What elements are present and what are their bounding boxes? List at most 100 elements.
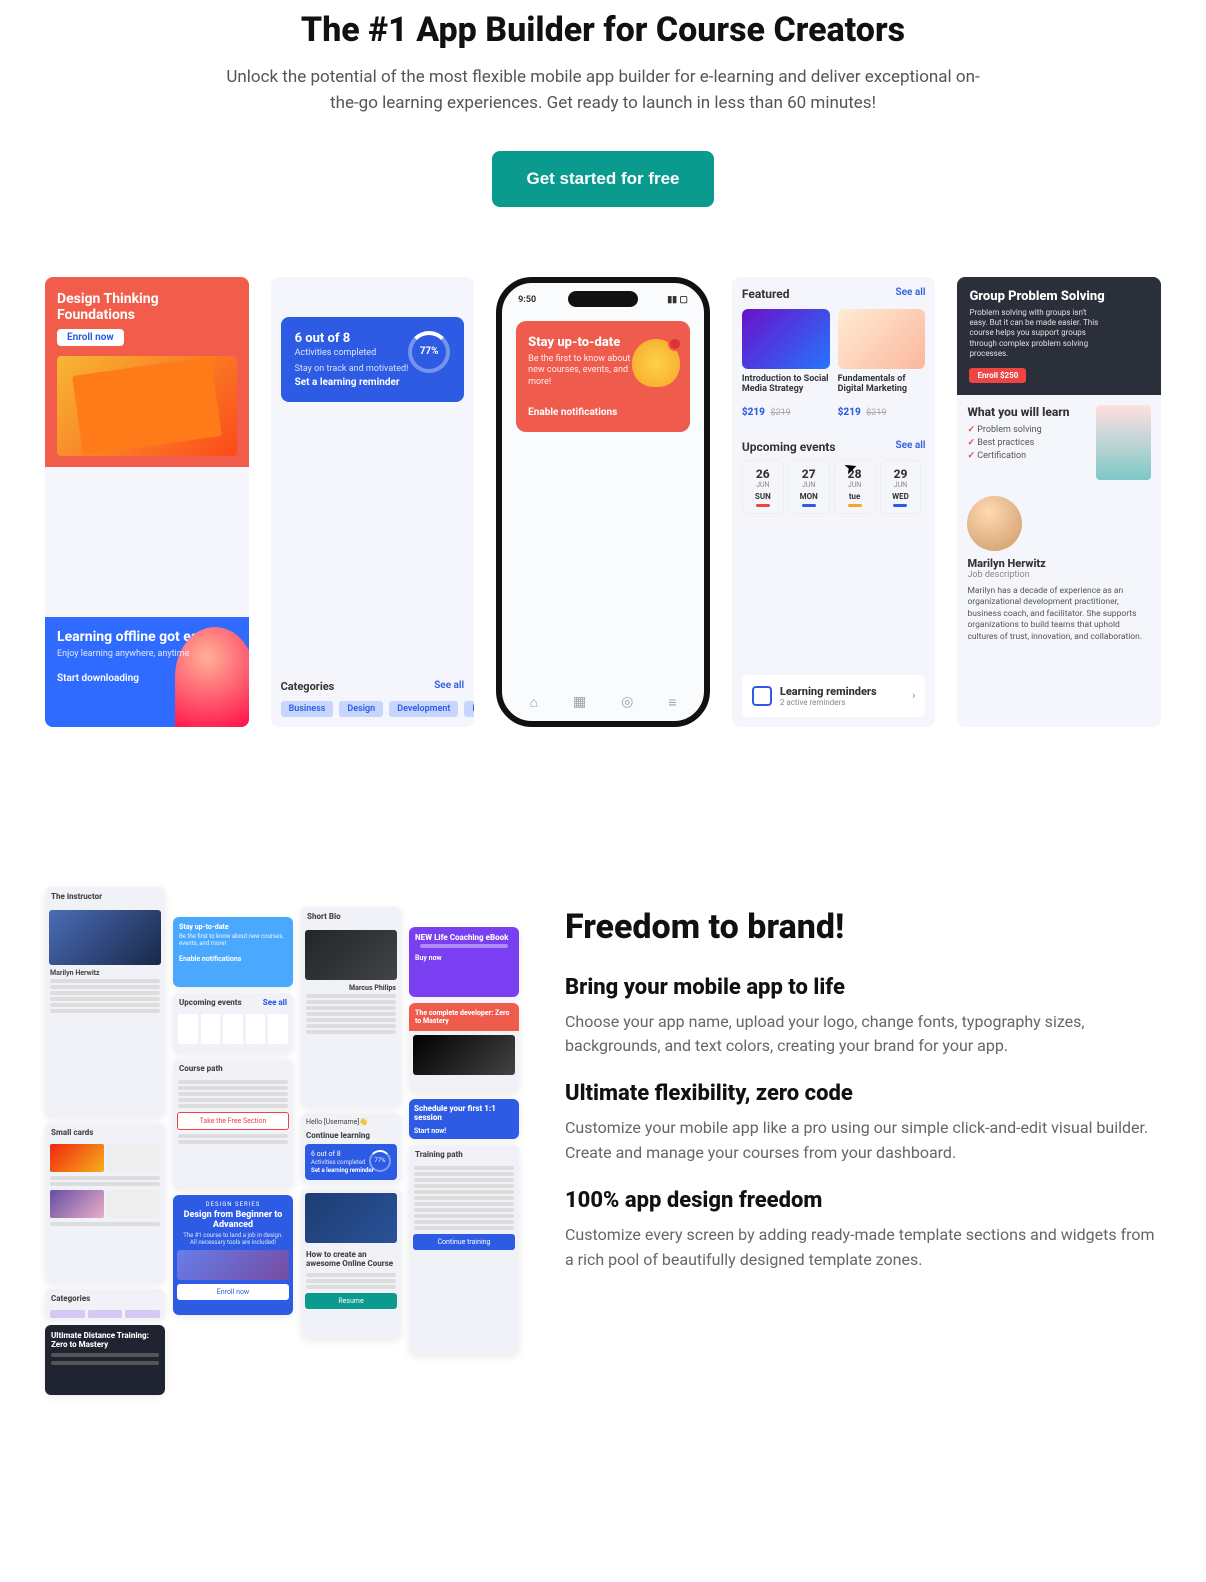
preview-phone-mockup: 9:50▮▮ ▢ Stay up-to-date Be the first to… <box>496 277 710 727</box>
enroll-button[interactable]: Enroll now <box>57 329 124 346</box>
course-thumbnail <box>57 356 237 456</box>
enroll-price-button[interactable]: Enroll $250 <box>969 368 1026 383</box>
mini-title: Stay up-to-date <box>179 923 287 931</box>
learn-heading: What you will learn <box>967 405 1088 419</box>
continue-training-button[interactable]: Continue training <box>413 1234 515 1250</box>
chip-business[interactable]: Business <box>281 701 334 717</box>
mini-ebook: NEW Life Coaching eBook Buy now <box>409 927 519 997</box>
get-started-button[interactable]: Get started for free <box>492 151 713 207</box>
status-time: 9:50 <box>518 295 536 305</box>
see-all-link[interactable]: See all <box>896 440 926 454</box>
calendar-day[interactable]: 27JUNMON <box>788 460 830 514</box>
banner-sub: Be the first to know about new courses, … <box>528 354 638 389</box>
mini-title: Schedule your first 1:1 session <box>409 1099 519 1127</box>
hero-title: The #1 App Builder for Course Creators <box>40 10 1166 50</box>
see-all-link[interactable]: See all <box>896 287 926 301</box>
mini-upcoming: Upcoming events See all <box>173 993 293 1053</box>
freedom-heading: Freedom to brand! <box>565 907 1161 947</box>
mini-name: Marcus Philips <box>301 984 401 992</box>
calendar-icon[interactable]: ▦ <box>573 694 586 711</box>
motivation-text: Stay on track and motivated! <box>295 364 451 374</box>
menu-icon[interactable]: ≡ <box>668 694 676 711</box>
enroll-button[interactable]: Enroll now <box>177 1284 289 1300</box>
notification-badge-icon <box>668 337 682 351</box>
home-icon[interactable]: ⌂ <box>530 694 538 711</box>
bell-icon <box>632 339 680 387</box>
instructor-avatar <box>967 496 1022 551</box>
mini-done: 6 out of 8 <box>311 1150 341 1158</box>
start-now-button[interactable]: Start now! <box>409 1127 519 1135</box>
widget-collage: The instructor Marilyn Herwitz Small car… <box>45 887 525 1407</box>
instructor-job: Job description <box>957 570 1161 580</box>
featured-heading: Featured <box>742 287 790 301</box>
mini-instructor: The instructor Marilyn Herwitz <box>45 887 165 1117</box>
set-reminder-link[interactable]: Set a learning reminder <box>295 377 451 388</box>
preview-card-design-thinking: Design Thinking Foundations Enroll now L… <box>45 277 249 727</box>
free-section-button[interactable]: Take the Free Section <box>177 1112 289 1130</box>
offline-sub: Enjoy learning anywhere, anytime <box>57 649 237 659</box>
freedom-s3-body: Customize every screen by adding ready-m… <box>565 1223 1161 1273</box>
set-reminder-link[interactable]: Set a learning reminder <box>311 1167 374 1174</box>
freedom-s1-body: Choose your app name, upload your logo, … <box>565 1010 1161 1060</box>
course-price: $219 $219 <box>838 407 926 418</box>
mini-heading: Continue learning <box>301 1131 401 1140</box>
phone-notch <box>568 291 638 307</box>
mini-heading: Course path <box>173 1059 293 1078</box>
preview-card-group-problem: Group Problem Solving Problem solving wi… <box>957 277 1161 727</box>
mini-small-cards: Small cards <box>45 1123 165 1283</box>
calendar-row: ➤ 26JUNSUN 27JUNMON 28JUNtue 29JUNWED <box>732 454 936 514</box>
activities-label: Activities completed <box>295 348 451 358</box>
featured-item[interactable]: Introduction to Social Media Strategy $2… <box>742 309 830 419</box>
calendar-day[interactable]: 29JUNWED <box>880 460 922 514</box>
mini-eyebrow: DESIGN SERIES <box>173 1195 293 1208</box>
instructor-name: Marilyn Herwitz <box>957 551 1161 570</box>
app-preview-strip: Design Thinking Foundations Enroll now L… <box>0 207 1206 727</box>
enable-button[interactable]: Enable notifications <box>179 955 287 963</box>
category-chips: Business Design Development Fina <box>281 701 465 717</box>
reminder-sub: 2 active reminders <box>780 698 877 707</box>
freedom-s1-heading: Bring your mobile app to life <box>565 975 1161 1000</box>
learn-point: Best practices <box>967 438 1088 448</box>
notification-banner: Stay up-to-date Be the first to know abo… <box>516 321 690 432</box>
avatar-illustration <box>175 627 249 727</box>
course-thumbnail <box>838 309 926 369</box>
learn-image <box>1096 405 1151 480</box>
enable-notifications-link[interactable]: Enable notifications <box>528 407 678 418</box>
freedom-s2-heading: Ultimate flexibility, zero code <box>565 1081 1161 1106</box>
buy-button[interactable]: Buy now <box>415 954 513 962</box>
preview-card-featured: Featured See all Introduction to Social … <box>732 277 936 727</box>
chat-icon[interactable]: ◎ <box>621 694 633 711</box>
see-all-link[interactable]: See all <box>434 680 464 693</box>
featured-item[interactable]: Fundamentals of Digital Marketing $219 $… <box>838 309 926 419</box>
freedom-copy: Freedom to brand! Bring your mobile app … <box>565 887 1161 1273</box>
mini-title: How to create an awesome Online Course <box>301 1247 401 1271</box>
mini-title: The complete developer: Zero to Mastery <box>415 1009 509 1025</box>
see-all-link[interactable]: See all <box>263 998 287 1007</box>
calendar-day[interactable]: 26JUNSUN <box>742 460 784 514</box>
learning-reminders-row[interactable]: Learning reminders 2 active reminders › <box>742 675 926 717</box>
reminder-icon <box>752 686 772 706</box>
chip-finance[interactable]: Fina <box>464 701 474 717</box>
course-price: $219 $219 <box>742 407 830 418</box>
mini-name: Marilyn Herwitz <box>45 969 165 977</box>
mini-sub: Be the first to know about new courses, … <box>179 933 287 947</box>
course-desc: Problem solving with groups isn't easy. … <box>969 308 1099 360</box>
mini-short-bio: Short Bio Marcus Philips <box>301 907 401 1107</box>
mini-developer: The complete developer: Zero to Mastery <box>409 1003 519 1093</box>
mini-title: NEW Life Coaching eBook <box>415 933 513 942</box>
mini-heading: Upcoming events <box>179 998 242 1007</box>
mini-heading: Categories <box>51 1294 90 1303</box>
mini-title: Design from Beginner to Advanced <box>173 1208 293 1232</box>
categories-heading: Categories <box>281 680 335 693</box>
chip-development[interactable]: Development <box>389 701 458 717</box>
chip-design[interactable]: Design <box>339 701 383 717</box>
mini-heading: Training path <box>409 1145 519 1164</box>
mini-schedule: Schedule your first 1:1 session Start no… <box>409 1099 519 1139</box>
freedom-s2-body: Customize your mobile app like a pro usi… <box>565 1116 1161 1166</box>
course-title: Fundamentals of Digital Marketing <box>838 374 926 396</box>
resume-button[interactable]: Resume <box>305 1293 397 1309</box>
mini-training-path: Training path Continue training <box>409 1145 519 1355</box>
course-title: Design Thinking Foundations <box>57 291 237 323</box>
learn-point: Certification <box>967 451 1088 461</box>
mini-continue: Hello [Username]👋 Continue learning 6 ou… <box>301 1113 401 1183</box>
